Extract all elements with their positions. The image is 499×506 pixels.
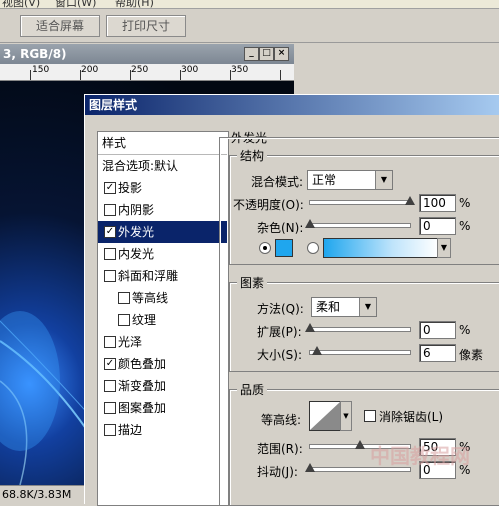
solid-color-radio[interactable] <box>259 242 271 254</box>
method-select[interactable]: 柔和 ▼ <box>311 297 377 317</box>
noise-unit: % <box>459 219 471 233</box>
structure-group-title: 结构 <box>237 147 268 164</box>
style-list: 样式 混合选项:默认 ✓ 投影 内阴影 ✓ 外发光 内发光 斜面和浮雕 等高线 <box>97 131 229 506</box>
menu-bar: 视图(V) 窗口(W) 帮助(H) <box>0 0 499 9</box>
gradient-radio[interactable] <box>307 242 319 254</box>
opacity-unit: % <box>459 196 471 210</box>
fit-screen-button[interactable]: 适合屏幕 <box>20 15 100 37</box>
style-item-gradient-overlay[interactable]: 渐变叠加 <box>98 375 227 397</box>
color-overlay-checkbox[interactable]: ✓ <box>104 358 116 370</box>
chevron-down-icon: ▼ <box>375 171 392 189</box>
contour-checkbox[interactable] <box>118 292 130 304</box>
inner-glow-checkbox[interactable] <box>104 248 116 260</box>
menu-item-window[interactable]: 窗口(W) <box>55 0 96 8</box>
ruler-label: 150 <box>32 65 50 75</box>
texture-checkbox[interactable] <box>118 314 130 326</box>
minimize-button[interactable]: _ <box>244 47 259 61</box>
stroke-checkbox[interactable] <box>104 424 116 436</box>
style-item-texture[interactable]: 纹理 <box>98 309 227 331</box>
opacity-slider-track[interactable] <box>309 200 411 205</box>
chevron-down-icon[interactable]: ▼ <box>340 401 352 431</box>
jitter-slider-thumb[interactable] <box>305 463 315 472</box>
horizontal-ruler: 150 200 250 300 350 <box>0 64 294 81</box>
quality-group-title: 品质 <box>237 381 268 398</box>
gradient-overlay-checkbox[interactable] <box>104 380 116 392</box>
style-item-drop-shadow[interactable]: ✓ 投影 <box>98 177 227 199</box>
contour-preview[interactable] <box>309 401 341 431</box>
options-toolbar: 适合屏幕 打印尺寸 <box>0 9 499 43</box>
print-size-button[interactable]: 打印尺寸 <box>106 15 186 37</box>
style-item-pattern-overlay[interactable]: 图案叠加 <box>98 397 227 419</box>
menu-item-help[interactable]: 帮助(H) <box>115 0 154 8</box>
size-label: 大小(S): <box>257 348 303 362</box>
noise-slider-thumb[interactable] <box>305 219 315 228</box>
noise-input[interactable]: 0 <box>419 217 456 235</box>
inner-shadow-checkbox[interactable] <box>104 204 116 216</box>
blend-mode-select[interactable]: 正常 ▼ <box>307 170 393 190</box>
opacity-slider-thumb[interactable] <box>405 196 415 205</box>
style-list-header[interactable]: 样式 <box>98 132 227 154</box>
document-size-info: 68.8K/3.83M <box>2 488 72 501</box>
chevron-down-icon: ▼ <box>359 298 376 316</box>
document-title: 3, RGB/8) <box>3 47 67 61</box>
style-item-inner-glow[interactable]: 内发光 <box>98 243 227 265</box>
glow-gradient-picker[interactable] <box>323 238 439 258</box>
dialog-title-bar[interactable]: 图层样式 <box>85 95 499 115</box>
bevel-emboss-checkbox[interactable] <box>104 270 116 282</box>
ruler-label: 300 <box>181 65 199 75</box>
method-label: 方法(Q): <box>257 302 304 316</box>
pattern-overlay-checkbox[interactable] <box>104 402 116 414</box>
drop-shadow-checkbox[interactable]: ✓ <box>104 182 116 194</box>
glow-color-swatch[interactable] <box>275 239 293 257</box>
style-item-contour[interactable]: 等高线 <box>98 287 227 309</box>
style-item-outer-glow[interactable]: ✓ 外发光 <box>98 221 227 243</box>
blend-mode-label: 混合模式: <box>251 175 304 189</box>
style-item-color-overlay[interactable]: ✓ 颜色叠加 <box>98 353 227 375</box>
size-slider-thumb[interactable] <box>312 346 322 355</box>
outer-glow-checkbox[interactable]: ✓ <box>104 226 116 238</box>
size-input[interactable]: 6 <box>419 344 456 362</box>
close-button[interactable]: × <box>274 47 289 61</box>
maximize-button[interactable]: □ <box>259 47 274 61</box>
spread-slider-track[interactable] <box>309 327 411 332</box>
blending-options-item[interactable]: 混合选项:默认 <box>98 155 227 177</box>
contour-label: 等高线: <box>261 413 302 427</box>
noise-label: 杂色(N): <box>257 221 304 235</box>
linear-contour-icon <box>310 402 340 430</box>
elements-group-title: 图素 <box>237 274 268 291</box>
range-slider-thumb[interactable] <box>355 440 365 449</box>
style-item-stroke[interactable]: 描边 <box>98 419 227 441</box>
ruler-label: 350 <box>231 65 249 75</box>
document-title-bar[interactable]: 3, RGB/8) _ □ × <box>0 44 294 64</box>
size-slider-track[interactable] <box>309 350 411 355</box>
opacity-input[interactable]: 100 <box>419 194 456 212</box>
spread-label: 扩展(P): <box>257 325 302 339</box>
anti-alias-checkbox[interactable] <box>364 410 376 422</box>
opacity-label: 不透明度(O): <box>233 198 304 212</box>
chevron-down-icon[interactable]: ▼ <box>437 238 451 258</box>
style-item-satin[interactable]: 光泽 <box>98 331 227 353</box>
satin-checkbox[interactable] <box>104 336 116 348</box>
ruler-label: 200 <box>81 65 99 75</box>
size-unit: 像素 <box>459 348 484 362</box>
spread-slider-thumb[interactable] <box>305 323 315 332</box>
menu-item-view[interactable]: 视图(V) <box>2 0 40 8</box>
range-label: 范围(R): <box>257 442 303 456</box>
anti-alias-label: 消除锯齿(L) <box>379 410 444 424</box>
jitter-label: 抖动(J): <box>257 465 298 479</box>
spread-unit: % <box>459 323 471 337</box>
noise-slider-track[interactable] <box>309 223 411 228</box>
spread-input[interactable]: 0 <box>419 321 456 339</box>
site-watermark: 中国教程网 <box>370 444 470 468</box>
dialog-title: 图层样式 <box>89 98 138 112</box>
style-item-bevel-emboss[interactable]: 斜面和浮雕 <box>98 265 227 287</box>
ruler-label: 250 <box>131 65 149 75</box>
style-item-inner-shadow[interactable]: 内阴影 <box>98 199 227 221</box>
